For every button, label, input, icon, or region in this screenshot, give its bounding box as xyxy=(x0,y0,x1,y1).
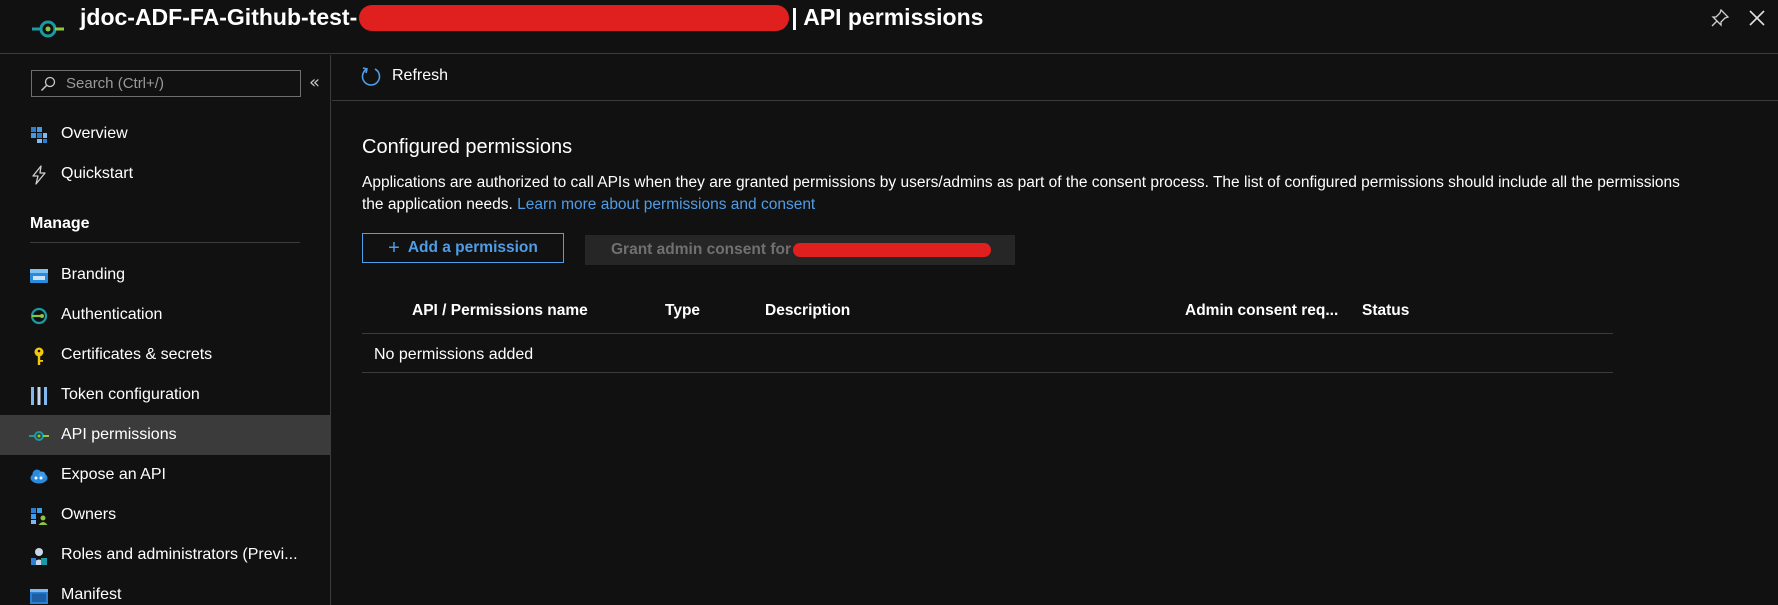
refresh-button[interactable]: Refresh xyxy=(360,65,448,87)
sidebar-item-label: Certificates & secrets xyxy=(61,346,213,363)
column-header-api-permissions-name[interactable]: API / Permissions name xyxy=(412,302,588,320)
empty-state-text: No permissions added xyxy=(374,346,534,363)
permissions-table: API / Permissions name Type Description … xyxy=(362,290,1613,373)
pin-icon xyxy=(1711,9,1729,27)
sidebar-item-roles-administrators[interactable]: Roles and administrators (Previ... xyxy=(0,535,330,575)
sidebar-item-authentication[interactable]: Authentication xyxy=(0,295,330,335)
table-header: API / Permissions name Type Description … xyxy=(362,290,1613,334)
close-button[interactable] xyxy=(1744,5,1770,31)
page-title-suffix: | API permissions xyxy=(791,4,984,30)
authentication-icon xyxy=(30,307,48,325)
sidebar-item-label: Authentication xyxy=(61,306,163,323)
sidebar-item-label: Token configuration xyxy=(61,386,200,403)
sidebar-item-label: Branding xyxy=(61,266,126,283)
sidebar-item-label: Expose an API xyxy=(61,466,166,483)
search-input[interactable] xyxy=(66,75,300,92)
blade-header: jdoc-ADF-FA-Github-test- | API permissio… xyxy=(0,0,1778,54)
refresh-icon xyxy=(361,67,381,86)
add-permission-label: Add a permission xyxy=(407,239,538,256)
sidebar-item-label: Quickstart xyxy=(61,165,134,182)
owners-icon xyxy=(31,508,48,525)
sidebar-item-expose-an-api[interactable]: Expose an API xyxy=(0,455,330,495)
overview-icon xyxy=(31,127,47,143)
divider xyxy=(30,242,300,243)
app-registration-icon xyxy=(32,20,64,38)
token-icon xyxy=(31,387,47,405)
redacted-app-id xyxy=(359,4,790,31)
redacted-tenant-name xyxy=(793,243,991,257)
sidebar-item-branding[interactable]: Branding xyxy=(0,255,330,295)
sidebar: « Overview Quickstart Manage Branding xyxy=(0,55,331,605)
search-box[interactable] xyxy=(31,70,301,97)
sidebar-item-quickstart[interactable]: Quickstart xyxy=(0,154,330,194)
page-title: jdoc-ADF-FA-Github-test- | API permissio… xyxy=(80,4,983,31)
add-permission-button[interactable]: + Add a permission xyxy=(362,233,564,263)
manage-heading: Manage xyxy=(30,215,90,232)
api-permissions-icon xyxy=(29,431,49,441)
sidebar-item-label: Roles and administrators (Previ... xyxy=(61,546,298,563)
sidebar-item-label: API permissions xyxy=(61,426,177,443)
branding-icon xyxy=(30,269,48,283)
column-header-status[interactable]: Status xyxy=(1362,302,1409,320)
cloud-icon xyxy=(30,469,48,484)
sidebar-item-certificates-secrets[interactable]: Certificates & secrets xyxy=(0,335,330,375)
toolbar: Refresh xyxy=(332,55,1778,101)
table-row: No permissions added xyxy=(362,334,1613,373)
section-title: Configured permissions xyxy=(362,136,573,158)
sidebar-item-api-permissions[interactable]: API permissions xyxy=(0,415,330,455)
close-icon xyxy=(1749,10,1765,26)
sidebar-item-overview[interactable]: Overview xyxy=(0,114,330,154)
manifest-icon xyxy=(30,589,48,604)
grant-admin-consent-label: Grant admin consent for xyxy=(611,241,791,258)
column-header-type[interactable]: Type xyxy=(665,302,700,320)
sidebar-item-token-configuration[interactable]: Token configuration xyxy=(0,375,330,415)
column-header-admin-consent[interactable]: Admin consent req... xyxy=(1185,302,1338,320)
refresh-label: Refresh xyxy=(392,67,449,84)
sidebar-item-manifest[interactable]: Manifest xyxy=(0,575,330,605)
main-content: Refresh Configured permissions Applicati… xyxy=(332,55,1778,605)
sidebar-item-label: Manifest xyxy=(61,586,122,603)
column-header-description[interactable]: Description xyxy=(765,302,850,320)
search-icon xyxy=(40,76,56,91)
plus-icon: + xyxy=(388,237,400,259)
grant-admin-consent-button[interactable]: Grant admin consent for xyxy=(585,235,1015,265)
sidebar-item-owners[interactable]: Owners xyxy=(0,495,330,535)
section-description: Applications are authorized to call APIs… xyxy=(362,172,1682,216)
pin-button[interactable] xyxy=(1708,6,1732,30)
quickstart-icon xyxy=(32,165,46,185)
collapse-sidebar-button[interactable]: « xyxy=(309,73,320,93)
sidebar-item-label: Overview xyxy=(61,125,128,142)
sidebar-item-label: Owners xyxy=(61,506,117,523)
key-icon xyxy=(34,347,44,365)
learn-more-link[interactable]: Learn more about permissions and consent xyxy=(517,196,815,213)
page-title-prefix: jdoc-ADF-FA-Github-test- xyxy=(80,4,358,30)
roles-icon xyxy=(31,548,47,565)
